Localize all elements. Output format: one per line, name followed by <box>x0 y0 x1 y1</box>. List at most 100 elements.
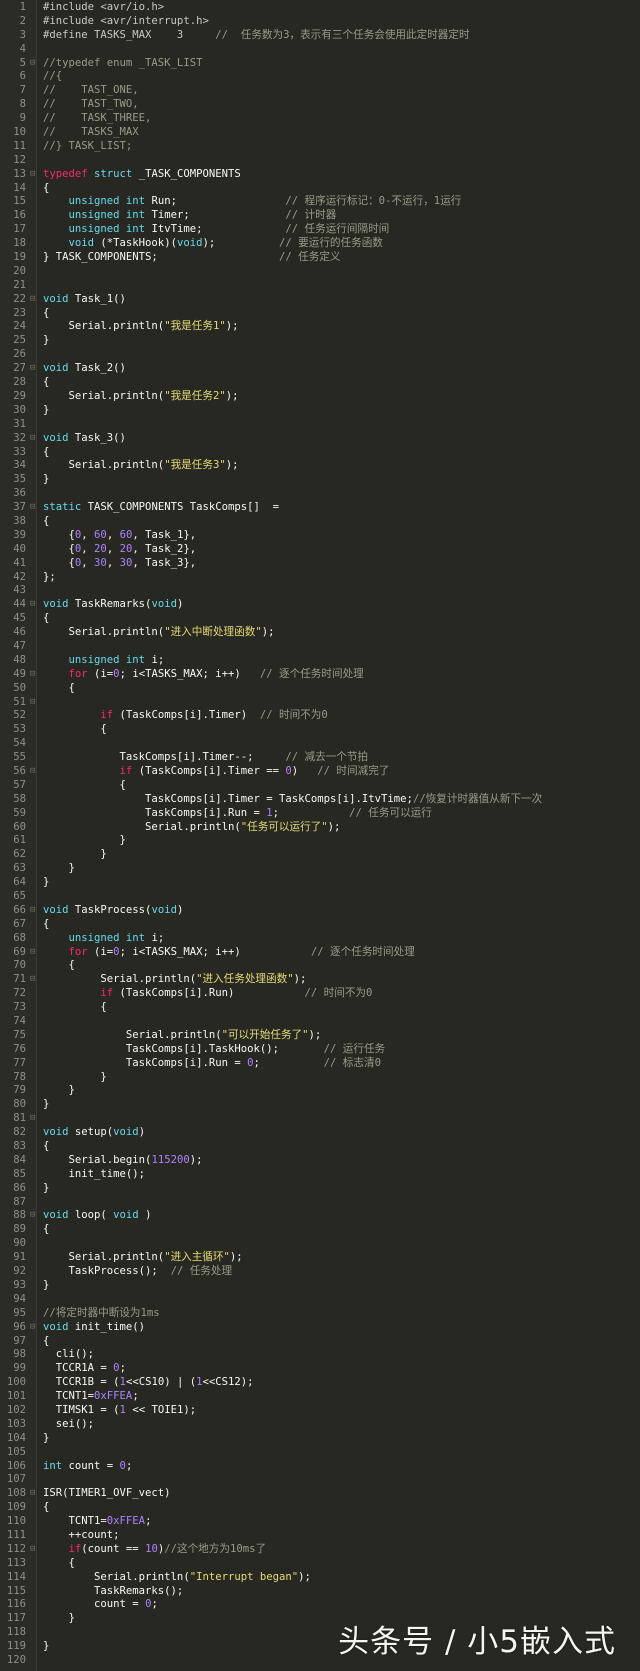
code-token: // 减去一个节拍 <box>285 751 369 764</box>
fold-toggle-icon[interactable]: ⊟ <box>30 668 38 682</box>
code-editor[interactable]: 1 #include <avr/io.h> 2 #include <avr/inter… <box>0 0 640 1671</box>
code-token: // TAST_TWO, <box>43 98 139 111</box>
line-number: 58 <box>13 792 26 805</box>
code-text: } <box>43 834 126 848</box>
fold-toggle-icon[interactable]: ⊟ <box>30 57 38 71</box>
code-token: } <box>43 1278 50 1291</box>
code-token: TASK_COMPONENTS TaskComps[] = <box>81 501 279 514</box>
fold-toggle-icon[interactable]: ⊟ <box>30 1543 38 1557</box>
code-text: Serial.println("我是任务3"); <box>43 459 239 473</box>
code-text: void init_time() <box>43 1321 145 1335</box>
fold-toggle-icon[interactable]: ⊟ <box>30 432 38 446</box>
line-number: 95 <box>13 1306 26 1319</box>
code-token: } <box>43 403 50 416</box>
code-token: "进入任务处理函数" <box>196 973 294 986</box>
code-line: 24 Serial.println("我是任务1"); <box>0 320 640 334</box>
code-token: ; <box>119 1362 126 1375</box>
code-token: TIMSK1 = ( <box>43 1403 120 1416</box>
code-token: unsigned int <box>68 195 146 208</box>
fold-toggle-icon[interactable]: ⊟ <box>30 362 38 376</box>
fold-toggle-icon[interactable]: ⊟ <box>30 293 38 307</box>
code-token: { <box>43 181 50 194</box>
code-line: 5 ⊟ //typedef enum _TASK_LIST <box>0 57 640 71</box>
code-token: (i= <box>87 945 114 958</box>
line-number: 97 <box>13 1334 26 1347</box>
line-number: 42 <box>13 570 26 583</box>
code-line: 88 ⊟ void loop( void ) <box>0 1209 640 1223</box>
code-line: 4 <box>0 43 640 57</box>
code-text: { <box>43 1501 49 1515</box>
fold-toggle-icon[interactable]: ⊟ <box>30 501 38 515</box>
fold-toggle-icon[interactable]: ⊟ <box>30 168 38 182</box>
code-token: sei(); <box>43 1417 95 1430</box>
fold-toggle-icon[interactable]: ⊟ <box>30 904 38 918</box>
code-token: // 程序运行标记：0-不运行，1运行 <box>285 195 462 208</box>
code-token: if <box>68 1542 82 1555</box>
line-number: 19 <box>13 251 26 264</box>
code-token: , <box>81 556 95 569</box>
line-number: 86 <box>13 1181 26 1194</box>
line-number: 47 <box>13 639 26 652</box>
fold-toggle-icon[interactable]: ⊟ <box>30 1321 38 1335</box>
code-token: #define TASKS_MAX 3 <box>43 28 216 41</box>
code-line: 55 TaskComps[i].Timer--; // 减去一个节拍 <box>0 751 640 765</box>
line-number: 117 <box>6 1612 26 1625</box>
code-line: 67 { <box>0 918 640 932</box>
fold-toggle-icon[interactable]: ⊟ <box>30 946 38 960</box>
code-token: // 逐个任务时间处理 <box>310 945 415 958</box>
code-token: ; i<TASKS_MAX; i++) <box>119 945 311 958</box>
code-token: for <box>68 945 88 958</box>
line-number: 40 <box>13 542 26 555</box>
fold-toggle-icon[interactable]: ⊟ <box>30 696 38 710</box>
code-line: 92 TaskProcess(); // 任务处理 <box>0 1265 640 1279</box>
line-number: 49 <box>13 667 26 680</box>
line-number: 41 <box>13 556 26 569</box>
code-token: ); <box>293 973 307 986</box>
code-text: {0, 30, 30, Task_3}, <box>43 556 197 571</box>
code-token: TaskComps[i].Run = <box>43 1056 248 1069</box>
fold-toggle-icon[interactable]: ⊟ <box>30 598 38 612</box>
code-token: { <box>43 1223 50 1236</box>
code-token: TCNT1= <box>43 1390 95 1403</box>
line-number: 53 <box>13 723 26 736</box>
code-line: 58 TaskComps[i].Timer = TaskComps[i].Itv… <box>0 793 640 807</box>
line-number: 46 <box>13 626 26 639</box>
line-number: 29 <box>13 389 26 402</box>
fold-toggle-icon[interactable]: ⊟ <box>30 973 38 987</box>
code-line: 108 ⊟ ISR(TIMER1_OVF_vect) <box>0 1487 640 1501</box>
code-token: ; <box>145 1515 152 1528</box>
code-token: { <box>43 542 75 555</box>
code-token: <<CS10) | ( <box>125 1376 197 1389</box>
code-token: typedef <box>43 167 88 180</box>
line-number: 101 <box>6 1390 26 1403</box>
line-number: 52 <box>13 709 26 722</box>
code-text: } <box>43 1640 49 1654</box>
line-number: 74 <box>13 1015 26 1028</box>
line-number: 5 <box>19 56 26 69</box>
fold-toggle-icon[interactable]: ⊟ <box>30 1112 38 1126</box>
code-text: void Task_1() <box>43 293 126 307</box>
line-number: 20 <box>13 264 26 277</box>
code-line: 35} <box>0 473 640 487</box>
line-number: 28 <box>13 376 26 389</box>
line-number: 78 <box>13 1070 26 1083</box>
code-text: typedef struct _TASK_COMPONENTS <box>43 168 241 182</box>
code-token: Task_2() <box>68 362 126 375</box>
code-token: ; <box>253 1056 324 1069</box>
code-token: unsigned int <box>68 223 146 236</box>
code-line: 113 { <box>0 1557 640 1571</box>
code-text: } TASK_COMPONENTS; // 任务定义 <box>43 251 341 265</box>
code-token: unsigned int <box>68 653 146 666</box>
code-token: // TASK_THREE, <box>43 112 152 125</box>
fold-toggle-icon[interactable]: ⊟ <box>30 1209 38 1223</box>
line-number: 63 <box>13 862 26 875</box>
line-number: 24 <box>13 320 26 333</box>
code-token: Serial.println( <box>43 1251 165 1264</box>
fold-toggle-icon[interactable]: ⊟ <box>30 765 38 779</box>
code-token: } <box>43 848 107 861</box>
fold-toggle-icon[interactable]: ⊟ <box>30 1487 38 1501</box>
code-token: cli(); <box>43 1348 95 1361</box>
code-token: void <box>43 598 69 611</box>
